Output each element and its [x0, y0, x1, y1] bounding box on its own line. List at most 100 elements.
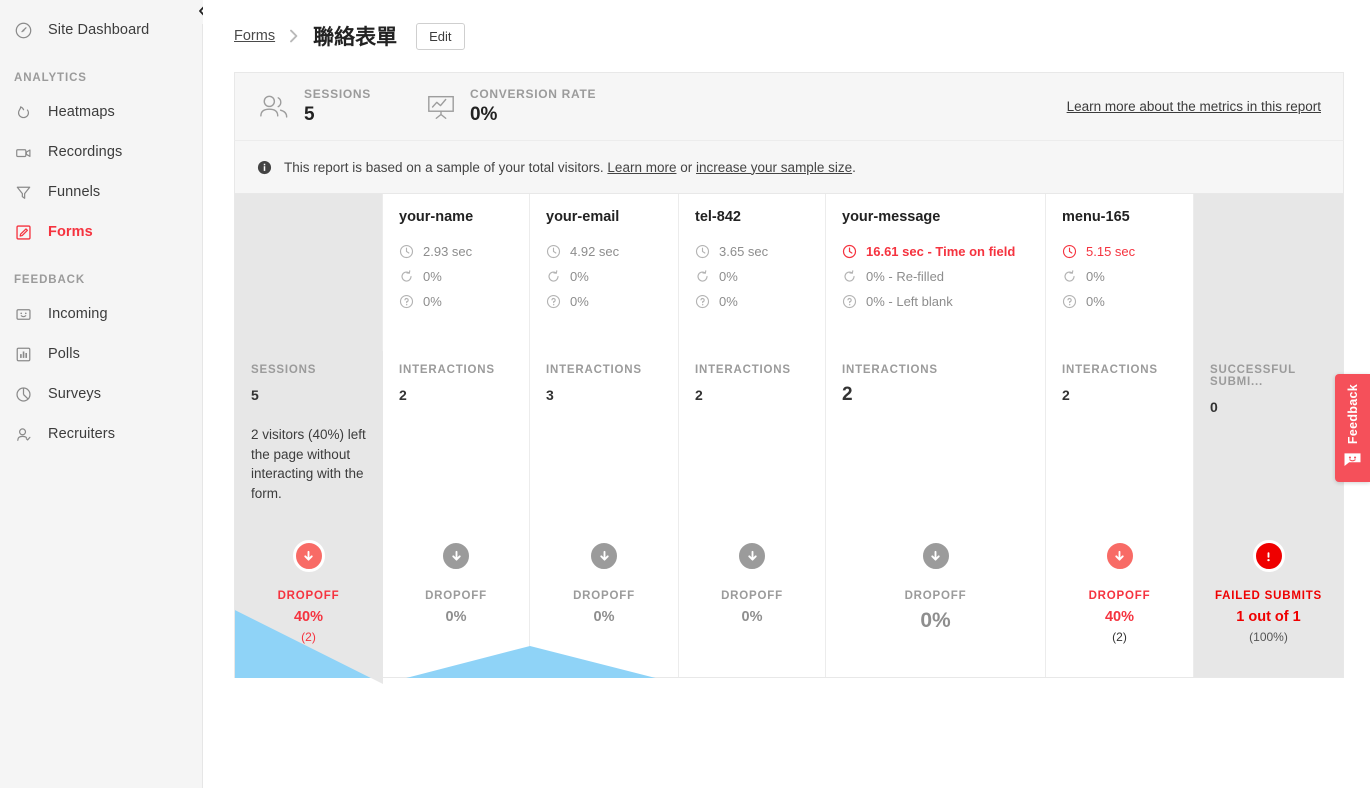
sidebar-item-recordings[interactable]: Recordings: [0, 132, 202, 172]
field-metric-time: 5.15 sec: [1062, 244, 1177, 259]
gauge-icon: [14, 21, 44, 40]
dropoff-block: DROPOFF 0%: [530, 540, 678, 677]
funnel-column-your-email[interactable]: your-email 4.92 sec 0% 0% INTERACTIONS 3…: [530, 194, 679, 677]
field-metric-text: 0%: [719, 269, 738, 284]
field-name: your-message: [842, 209, 941, 225]
arrow-down-icon: [736, 540, 768, 572]
funnel-column-your-message[interactable]: your-message 16.61 sec - Time on field 0…: [826, 194, 1046, 677]
notice-link-learn-more[interactable]: Learn more: [607, 160, 676, 175]
field-name: your-name: [399, 209, 474, 225]
field-metric-refilled: 0% - Re-filled: [842, 269, 1029, 284]
main-content: Forms 聯絡表單 Edit SESSIONS 5 CONVERSION RA…: [203, 0, 1370, 788]
info-icon: [257, 160, 272, 175]
field-metric-text: 16.61 sec - Time on field: [866, 244, 1016, 259]
sidebar-item-label: Polls: [48, 346, 80, 362]
chart-board-icon: [425, 92, 457, 122]
field-header: your-message 16.61 sec - Time on field 0…: [826, 194, 1045, 351]
sidebar-section-analytics: ANALYTICS: [14, 72, 87, 84]
notice-text: This report is based on a sample of your…: [284, 159, 604, 175]
dropoff-value: 40%: [1104, 609, 1135, 625]
sidebar-item-label: Funnels: [48, 184, 101, 200]
funnel-column-your-name[interactable]: your-name 2.93 sec 0% 0% INTERACTIONS 2 …: [383, 194, 530, 677]
field-metric-blank: 0% - Left blank: [842, 294, 1029, 309]
stat-value: 5: [251, 387, 259, 403]
sidebar-item-funnels[interactable]: Funnels: [0, 172, 202, 212]
sidebar-item-label: Forms: [48, 224, 93, 240]
field-metric-text: 0%: [1086, 269, 1105, 284]
funnel-column-menu-165[interactable]: menu-165 5.15 sec 0% 0% INTERACTIONS 2 D…: [1046, 194, 1194, 677]
field-name: your-email: [546, 209, 620, 225]
field-metric-text: 0%: [423, 294, 442, 309]
sidebar-item-label: Incoming: [48, 306, 108, 322]
sidebar-item-recruiters[interactable]: Recruiters: [0, 414, 202, 454]
stat-value: 2: [399, 387, 407, 403]
sample-notice: This report is based on a sample of your…: [234, 140, 1344, 194]
sidebar-item-forms[interactable]: Forms: [0, 212, 202, 252]
bar-chart-icon: [14, 345, 44, 364]
dropoff-label: DROPOFF: [1088, 590, 1151, 602]
question-icon: [1062, 294, 1077, 309]
funnel-column-successful-submits[interactable]: SUCCESSFUL SUBMI... 0 FAILED SUBMITS 1 o…: [1194, 194, 1343, 677]
question-icon: [399, 294, 414, 309]
stat-value: 0: [1210, 399, 1218, 415]
clock-icon: [842, 244, 857, 259]
field-metric-text: 3.65 sec: [719, 244, 769, 259]
field-metric-blank: 0%: [1062, 294, 1177, 309]
funnel-column-tel-842[interactable]: tel-842 3.65 sec 0% 0% INTERACTIONS 2 DR…: [679, 194, 826, 677]
field-metric-text: 0%: [423, 269, 442, 284]
dropoff-count: (2): [301, 630, 316, 644]
sidebar-item-polls[interactable]: Polls: [0, 334, 202, 374]
breadcrumb: Forms 聯絡表單 Edit: [203, 0, 1370, 72]
stat-label: INTERACTIONS: [1062, 364, 1158, 376]
sessions-note: 2 visitors (40%) left the page without i…: [251, 427, 366, 502]
pencil-box-icon: [14, 223, 44, 242]
stat-value: 3: [546, 387, 554, 403]
field-metric-time: 16.61 sec - Time on field: [842, 244, 1029, 259]
dropoff-value: 0%: [445, 609, 467, 625]
field-header: your-email 4.92 sec 0% 0%: [530, 194, 678, 351]
field-metric-time: 3.65 sec: [695, 244, 809, 259]
smiley-box-icon: [14, 305, 44, 324]
field-metric-text: 0% - Re-filled: [866, 269, 945, 284]
field-metric-text: 2.93 sec: [423, 244, 473, 259]
field-metric-blank: 0%: [399, 294, 513, 309]
failed-submits-block: FAILED SUBMITS 1 out of 1 (100%): [1194, 540, 1343, 677]
interactions-stat: INTERACTIONS 2: [679, 351, 825, 403]
field-metric-text: 4.92 sec: [570, 244, 620, 259]
failed-submits-label: FAILED SUBMITS: [1214, 590, 1323, 602]
sessions-stat: SESSIONS 5 2 visitors (40%) left the pag…: [235, 351, 382, 504]
funnel-column-sessions[interactable]: SESSIONS 5 2 visitors (40%) left the pag…: [235, 194, 383, 684]
breadcrumb-link-forms[interactable]: Forms: [234, 28, 275, 44]
field-metric-text: 0%: [719, 294, 738, 309]
stat-label: INTERACTIONS: [842, 364, 938, 376]
field-metric-text: 0%: [570, 294, 589, 309]
field-metric-refilled: 0%: [695, 269, 809, 284]
sidebar-item-surveys[interactable]: Surveys: [0, 374, 202, 414]
field-metric-time: 2.93 sec: [399, 244, 513, 259]
sidebar-item-heatmaps[interactable]: Heatmaps: [0, 92, 202, 132]
funnel-icon: [14, 183, 44, 202]
metrics-help-link[interactable]: Learn more about the metrics in this rep…: [1067, 99, 1321, 114]
arrow-down-icon: [588, 540, 620, 572]
metric-sessions: SESSIONS 5: [257, 87, 371, 126]
dropoff-value: 40%: [293, 609, 324, 625]
field-header: tel-842 3.65 sec 0% 0%: [679, 194, 825, 351]
dropoff-value: 0%: [741, 609, 763, 625]
sidebar-item-site-dashboard[interactable]: Site Dashboard: [0, 10, 202, 50]
sidebar-item-incoming[interactable]: Incoming: [0, 294, 202, 334]
metrics-bar: SESSIONS 5 CONVERSION RATE 0% Learn more…: [234, 72, 1344, 140]
stat-label: INTERACTIONS: [695, 364, 791, 376]
form-report-card: SESSIONS 5 CONVERSION RATE 0% Learn more…: [234, 72, 1344, 684]
edit-button[interactable]: Edit: [416, 22, 465, 50]
dropoff-block: DROPOFF 0%: [383, 540, 529, 677]
field-metric-blank: 0%: [546, 294, 662, 309]
field-metric-text: 5.15 sec: [1086, 244, 1136, 259]
failed-submits-value: 1 out of 1: [1236, 609, 1301, 625]
notice-period: .: [852, 159, 856, 175]
stat-value: 2: [842, 384, 853, 405]
dropoff-label: DROPOFF: [425, 590, 487, 602]
arrow-down-icon: [440, 540, 472, 572]
interactions-stat: INTERACTIONS 2: [383, 351, 529, 403]
clock-icon: [399, 244, 414, 259]
notice-link-sample-size[interactable]: increase your sample size: [696, 160, 852, 175]
